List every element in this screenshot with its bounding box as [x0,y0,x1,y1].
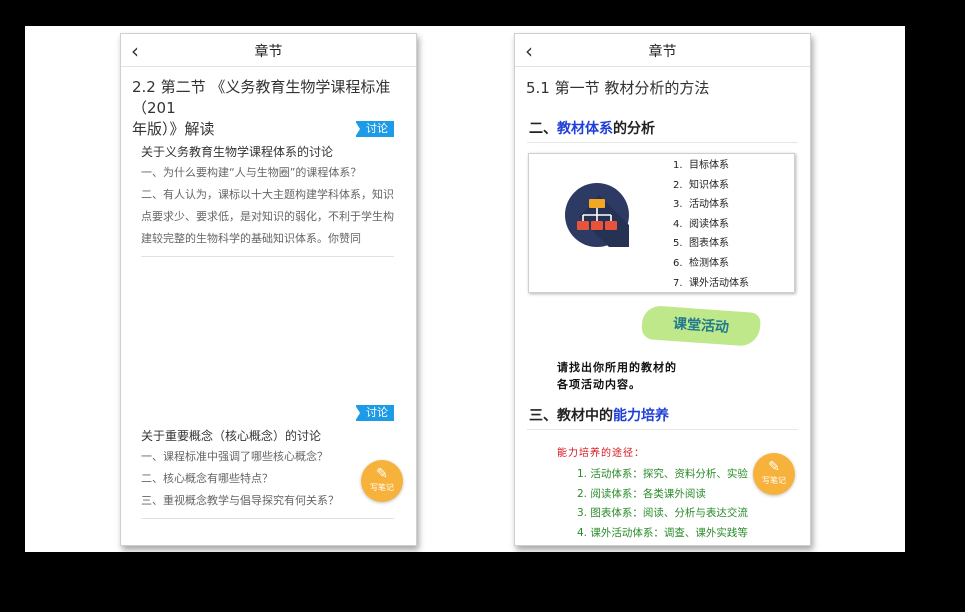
list-item-label: 活动体系 [689,199,729,211]
write-note-label: 写笔记 [762,476,786,485]
heading-textbook-system: 二、教材体系的分析 [527,114,798,143]
list-item-label: 图表体系 [689,238,729,250]
path-item: 2. 阅读体系：各类课外阅读 [577,487,706,500]
heading-prefix: 二、 [529,121,557,137]
handwritten-prompt: 请找出你所用的教材的 各项活动内容。 [557,359,677,393]
list-item-label: 阅读体系 [689,218,729,230]
edit-note-icon: ✎ [376,466,388,482]
path-item: 4. 课外活动体系：调查、课外实践等 [577,526,748,539]
discussion-question: 二、核心概念有哪些特点？ [141,472,273,485]
nav-title: 章节 [648,44,677,60]
discussion-tag: 讨论 [355,121,394,137]
nav-bar: ‹ 章节 [515,34,810,67]
system-list: 1. 目标体系 2. 知识体系 3. 活动体系 4. 阅读体系 5. 图表体系 6. 检测体… [673,156,749,293]
list-item: 5. 图表体系 [673,238,729,250]
discussion-card[interactable]: 讨论 关于重要概念（核心概念）的讨论 一、课程标准中强调了哪些核心概念？ 二、核… [141,405,394,519]
list-item-label: 目标体系 [689,160,729,171]
list-item-label: 知识体系 [689,179,729,191]
list-item: 4. 阅读体系 [673,218,729,230]
list-item: 6. 检测体系 [673,257,729,269]
edit-note-icon: ✎ [768,459,780,475]
path-item: 3. 图表体系：阅读、分析与表达交流 [577,507,748,520]
list-item: 7. 课外活动体系 [673,277,749,289]
class-activity-badge: 课堂活动 [640,304,762,348]
divider [141,518,394,519]
list-item: 2. 知识体系 [673,179,729,191]
heading-highlight: 能力培养 [613,408,669,424]
system-diagram-box: 1. 目标体系 2. 知识体系 3. 活动体系 4. 阅读体系 5. 图表体系 6. 检测体… [528,153,795,293]
heading-highlight: 教材体系 [557,121,613,137]
path-title: 能力培养的途径： [557,448,645,459]
discussion-question: 三、重视概念教学与倡导探究有何关系？ [141,494,339,507]
path-item: 1. 活动体系：探究、资料分析、实验 [577,468,748,480]
write-note-button[interactable]: ✎ 写笔记 [753,453,795,495]
discussion-tag: 讨论 [355,405,394,421]
heading-suffix: 的分析 [613,121,655,137]
discussion-question: 一、课程标准中强调了哪些核心概念？ [141,450,328,463]
class-activity-label: 课堂活动 [672,316,730,336]
write-note-button[interactable]: ✎ 写笔记 [361,460,403,502]
heading-prefix: 三、教材中的 [529,408,613,424]
nav-bar: ‹ 章节 [121,34,416,67]
ability-paths: 能力培养的途径： 1. 活动体系：探究、资料分析、实验 2. 阅读体系：各类课外… [557,444,748,543]
heading-ability-training: 三、教材中的能力培养 [527,401,798,430]
discussion-question: 一、为什么要构建“人与生物圈”的课程体系？ [141,166,362,179]
handwritten-line: 请找出你所用的教材的 [557,361,677,374]
hierarchy-icon [565,183,629,247]
divider [141,256,394,257]
phone-screen-left: ‹ 章节 2.2 第二节 《义务教育生物学课程标准（201 年版）》解读 讨论 … [120,33,417,546]
write-note-label: 写笔记 [370,483,394,492]
phone-screen-right: ‹ 章节 5.1 第一节 教材分析的方法 二、教材体系的分析 1. 目标体系 2… [514,33,811,546]
section-title: 5.1 第一节 教材分析的方法 [526,79,710,97]
handwritten-line: 各项活动内容。 [557,378,641,391]
list-item-label: 检测体系 [689,257,729,269]
discussion-question: 二、有人认为，课标以十大主题构建学科体系，知识点要求少、要求低，是对知识的弱化，… [141,188,394,245]
discussion-card[interactable]: 讨论 关于义务教育生物学课程体系的讨论 一、为什么要构建“人与生物圈”的课程体系… [141,121,394,257]
list-item-label: 课外活动体系 [689,277,749,289]
list-item: 3. 活动体系 [673,199,729,211]
list-item: 1. 目标体系 [673,160,729,171]
nav-title: 章节 [254,44,283,60]
screenshot-canvas: ‹ 章节 2.2 第二节 《义务教育生物学课程标准（201 年版）》解读 讨论 … [25,26,905,552]
